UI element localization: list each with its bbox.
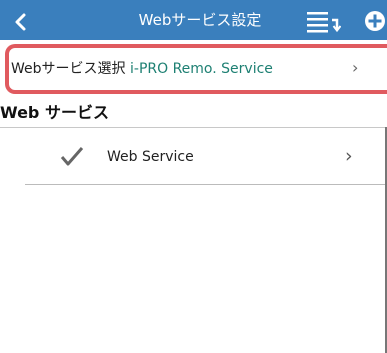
web-service-select-value: i-PRO Remo. Service <box>130 61 273 77</box>
section-title: Web サービス <box>0 103 109 122</box>
back-button[interactable] <box>0 4 40 40</box>
list-item-label: Web Service <box>107 149 194 165</box>
page-title: Webサービス設定 <box>138 11 262 29</box>
plus-circle-icon <box>365 11 385 31</box>
sort-button[interactable] <box>307 11 342 33</box>
chevron-right-icon: › <box>345 145 353 167</box>
web-service-select-label: Webサービス選択 <box>11 61 126 77</box>
chevron-right-icon: › <box>352 58 359 77</box>
list-sort-icon <box>307 12 342 33</box>
add-button[interactable] <box>364 10 387 32</box>
chevron-left-icon <box>15 13 26 31</box>
checkmark-icon <box>60 147 84 166</box>
